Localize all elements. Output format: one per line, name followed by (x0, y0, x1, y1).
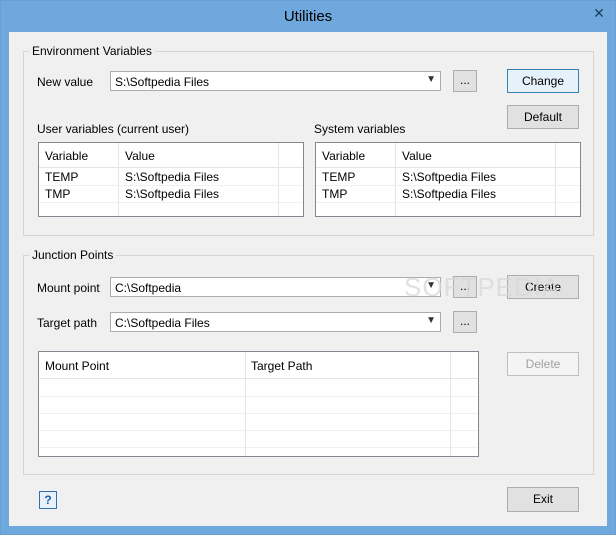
new-value-combo[interactable]: S:\Softpedia Files ▼ (110, 71, 441, 91)
list-item[interactable]: TEMP S:\Softpedia Files (39, 168, 303, 186)
chevron-down-icon[interactable]: ▼ (426, 74, 436, 85)
chevron-down-icon[interactable]: ▼ (426, 315, 436, 326)
list-item[interactable]: TEMP S:\Softpedia Files (316, 168, 580, 186)
list-item (39, 413, 478, 431)
mount-point-label: Mount point (37, 281, 100, 295)
list-item (39, 396, 478, 414)
mount-point-text: C:\Softpedia (115, 281, 182, 295)
environment-variables-group: Environment Variables New value S:\Softp… (23, 44, 594, 236)
target-path-text: C:\Softpedia Files (115, 316, 210, 330)
delete-button[interactable]: Delete (507, 352, 579, 376)
system-variables-list[interactable]: Variable Value TEMP S:\Softpedia Files T… (315, 142, 581, 217)
column-header-variable[interactable]: Variable (45, 149, 88, 163)
new-value-text: S:\Softpedia Files (115, 75, 210, 89)
column-header-target-path[interactable]: Target Path (251, 359, 312, 373)
column-header-mount-point[interactable]: Mount Point (45, 359, 109, 373)
system-variables-header: Variable Value (316, 143, 580, 168)
help-icon[interactable]: ? (39, 491, 57, 509)
list-item[interactable]: TMP S:\Softpedia Files (39, 185, 303, 203)
exit-button[interactable]: Exit (507, 487, 579, 512)
target-path-browse-button[interactable]: ... (453, 311, 477, 333)
new-value-browse-button[interactable]: ... (453, 70, 477, 92)
utilities-window: Utilities ✕ Environment Variables New va… (0, 0, 616, 535)
junction-points-list[interactable]: Mount Point Target Path (38, 351, 479, 457)
softpedia-watermark: SOFTPEDIA (404, 272, 561, 302)
close-icon[interactable]: ✕ (591, 5, 607, 21)
list-item (39, 430, 478, 448)
user-variables-header: Variable Value (39, 143, 303, 168)
list-item[interactable]: TMP S:\Softpedia Files (316, 185, 580, 203)
environment-variables-group-label: Environment Variables (29, 44, 155, 58)
default-button[interactable]: Default (507, 105, 579, 129)
mount-point-combo[interactable]: C:\Softpedia ▼ (110, 277, 441, 297)
target-path-label: Target path (37, 316, 98, 330)
target-path-combo[interactable]: C:\Softpedia Files ▼ (110, 312, 441, 332)
user-variables-label: User variables (current user) (37, 122, 190, 136)
column-header-value[interactable]: Value (125, 149, 155, 163)
window-title: Utilities (283, 8, 333, 25)
column-header-value[interactable]: Value (402, 149, 432, 163)
list-item (39, 379, 478, 397)
junction-points-group-label: Junction Points (29, 248, 117, 262)
system-variables-label: System variables (314, 122, 406, 136)
title-bar: Utilities ✕ (1, 1, 615, 32)
change-button[interactable]: Change (507, 69, 579, 93)
column-header-variable[interactable]: Variable (322, 149, 365, 163)
new-value-label: New value (37, 75, 94, 89)
client-area: Environment Variables New value S:\Softp… (9, 32, 607, 526)
junction-points-header: Mount Point Target Path (39, 352, 478, 379)
user-variables-list[interactable]: Variable Value TEMP S:\Softpedia Files T… (38, 142, 304, 217)
